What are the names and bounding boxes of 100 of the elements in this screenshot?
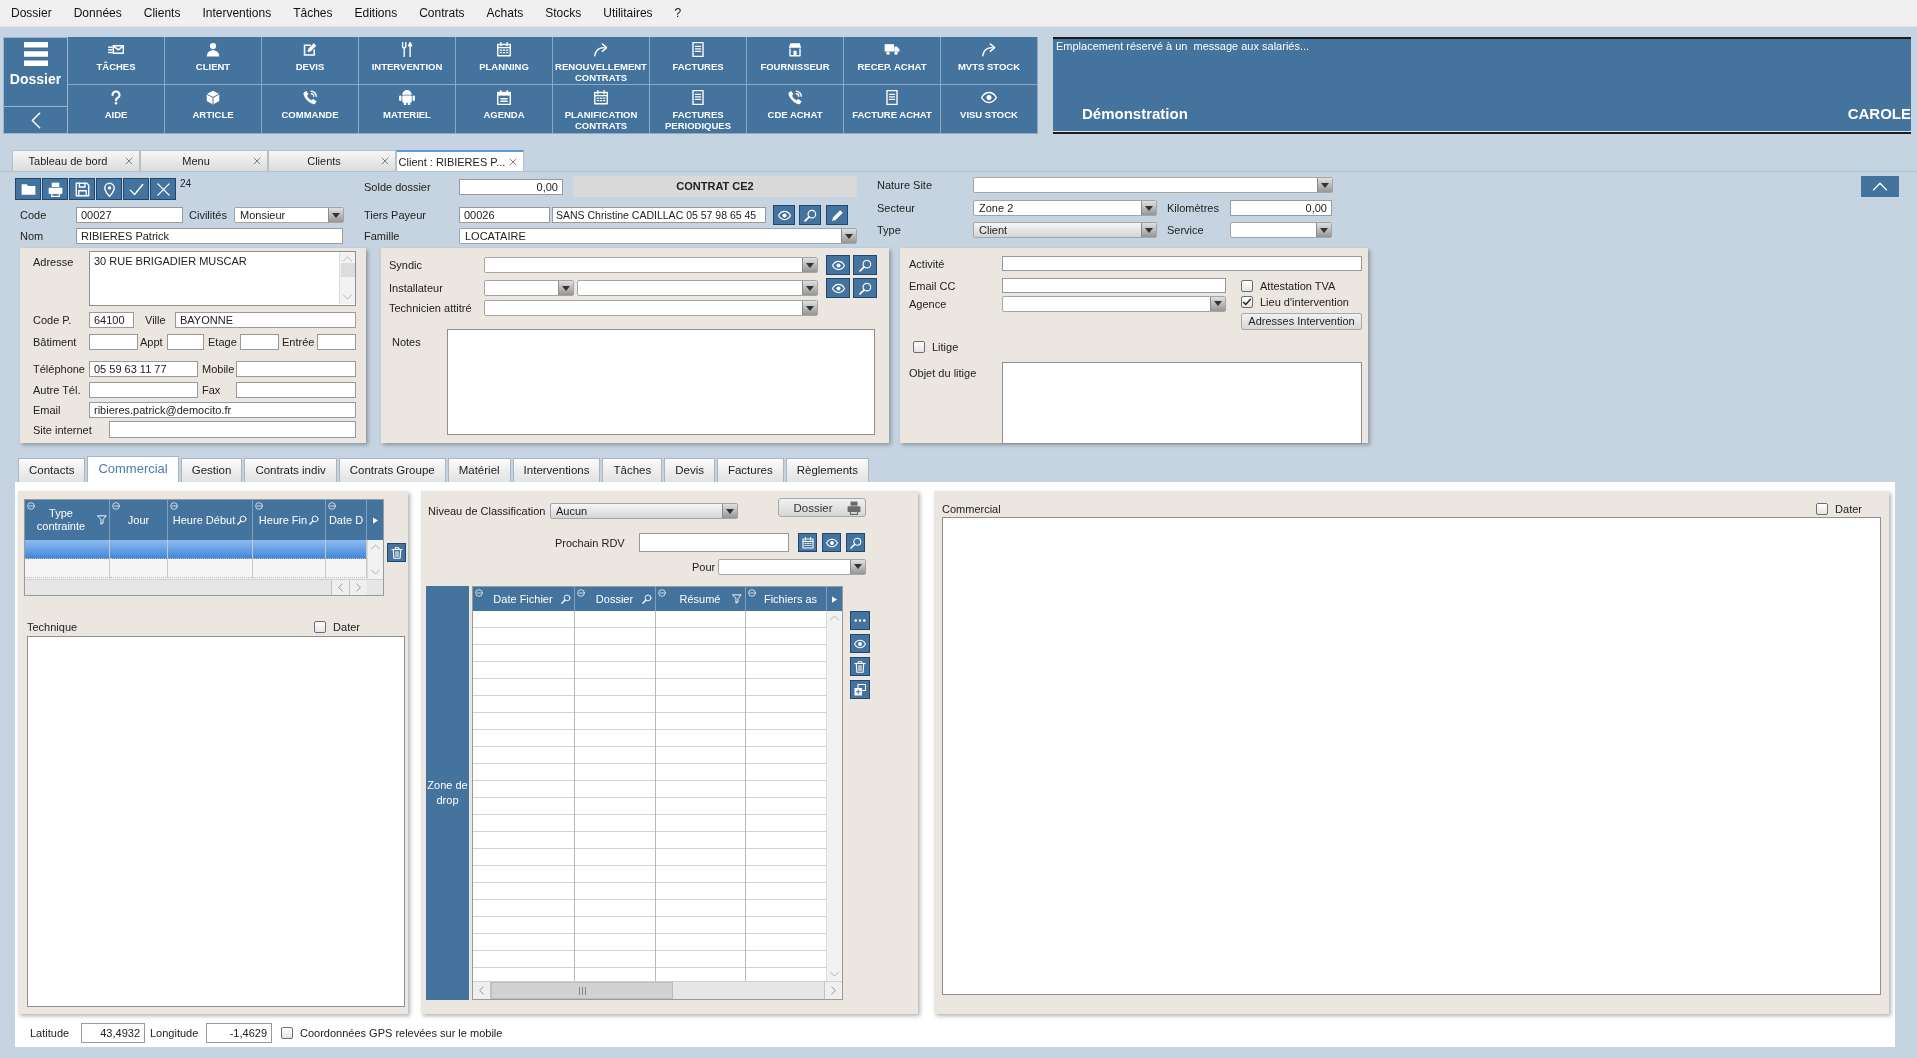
minus-circle-icon[interactable]: [170, 502, 178, 510]
column-header[interactable]: Date Fichier: [473, 587, 575, 611]
validate-button[interactable]: [123, 178, 149, 200]
dropdown[interactable]: [484, 280, 574, 296]
dropdown[interactable]: [973, 177, 1333, 193]
menu-item[interactable]: Interventions: [191, 5, 283, 21]
toolbar-button[interactable]: ARTICLE: [165, 85, 262, 134]
column-header[interactable]: Heure Fin: [253, 500, 326, 540]
input-field[interactable]: [89, 334, 138, 350]
dropdown[interactable]: [1002, 295, 1226, 312]
cancel-button[interactable]: [150, 178, 176, 200]
chevron-left-icon[interactable]: [473, 982, 491, 999]
addresses-button[interactable]: Adresses Intervention: [1241, 313, 1362, 330]
view-button[interactable]: [826, 278, 850, 298]
toolbar-button[interactable]: DEVIS: [262, 37, 359, 85]
dropdown[interactable]: [577, 280, 818, 296]
menu-item[interactable]: Tâches: [282, 5, 344, 21]
input-field[interactable]: [109, 421, 356, 438]
checkbox[interactable]: [1816, 503, 1829, 515]
toolbar-button[interactable]: AGENDA: [456, 85, 553, 134]
search-icon[interactable]: [309, 515, 320, 525]
dropdown[interactable]: Aucun: [550, 503, 738, 519]
input-field[interactable]: -1,4629: [206, 1022, 272, 1043]
close-icon[interactable]: [253, 157, 261, 165]
calendar-button[interactable]: [798, 533, 817, 552]
toolbar-button[interactable]: CDE ACHAT: [747, 85, 844, 134]
dropdown[interactable]: [718, 558, 866, 575]
column-header[interactable]: Type contrainte: [25, 500, 110, 540]
checkbox[interactable]: [913, 340, 925, 353]
scroll-thumb[interactable]: [491, 982, 673, 999]
input-field[interactable]: ribieres.patrick@democito.fr: [89, 402, 356, 418]
view-button[interactable]: [773, 205, 795, 225]
dropdown[interactable]: Monsieur: [234, 207, 344, 223]
search-button[interactable]: [799, 205, 821, 225]
document-tab[interactable]: Menu: [140, 150, 268, 171]
input-field[interactable]: [1002, 256, 1362, 271]
scrollbar[interactable]: [339, 252, 355, 304]
toolbar-button[interactable]: VISU STOCK: [941, 85, 1038, 134]
section-tab[interactable]: Règlements: [785, 458, 870, 482]
input-field[interactable]: 00026: [459, 207, 550, 223]
collapse-button[interactable]: [1861, 176, 1899, 197]
minus-circle-icon[interactable]: [475, 589, 483, 597]
view-button[interactable]: [850, 634, 870, 653]
close-icon[interactable]: [509, 157, 517, 166]
menu-item[interactable]: ?: [663, 5, 693, 21]
menu-item[interactable]: Données: [62, 5, 133, 21]
caret-right-icon[interactable]: [832, 595, 837, 603]
toolbar-button[interactable]: RENOUVELLEMENT CONTRATS: [553, 37, 650, 85]
table-row[interactable]: [25, 559, 367, 578]
document-tab[interactable]: Tableau de bord: [12, 150, 140, 171]
input-field[interactable]: [639, 533, 789, 552]
input-field[interactable]: [236, 361, 356, 377]
filter-icon[interactable]: [97, 515, 107, 525]
section-tab[interactable]: Interventions: [512, 458, 601, 482]
minus-circle-icon[interactable]: [112, 502, 120, 510]
open-button[interactable]: [15, 178, 41, 200]
input-field[interactable]: 0,00: [1230, 200, 1332, 216]
toolbar-button[interactable]: COMMANDE: [262, 85, 359, 134]
checkbox[interactable]: [314, 621, 327, 633]
dropdown[interactable]: [484, 300, 818, 316]
minus-circle-icon[interactable]: [748, 589, 756, 597]
minus-circle-icon[interactable]: [255, 502, 263, 510]
menu-item[interactable]: Editions: [343, 5, 409, 21]
search-button[interactable]: [853, 278, 877, 298]
section-tab[interactable]: Contacts: [18, 458, 86, 482]
search-button[interactable]: [853, 255, 877, 275]
column-header[interactable]: Fichiers as: [746, 587, 827, 611]
column-header[interactable]: Heure Début: [168, 500, 253, 540]
more-button[interactable]: [850, 611, 870, 630]
selected-row[interactable]: [25, 540, 367, 559]
input-field[interactable]: [236, 382, 356, 398]
input-field[interactable]: [317, 334, 356, 350]
input-field[interactable]: BAYONNE: [175, 312, 356, 328]
search-icon[interactable]: [237, 515, 248, 525]
scroll-thumb[interactable]: [340, 263, 355, 277]
delete-button[interactable]: [850, 657, 870, 676]
toolbar-button[interactable]: PLANIFICATION CONTRATS: [553, 85, 650, 134]
edit-button[interactable]: [826, 205, 848, 225]
search-icon[interactable]: [561, 594, 571, 604]
back-button[interactable]: [3, 107, 68, 134]
section-tab[interactable]: Devis: [664, 458, 715, 482]
save-button[interactable]: [69, 178, 95, 200]
minus-circle-icon[interactable]: [577, 589, 585, 597]
input-field[interactable]: [240, 334, 279, 350]
input-field[interactable]: [1002, 278, 1226, 293]
column-header[interactable]: Jour: [110, 500, 168, 540]
checkbox[interactable]: [1241, 295, 1253, 308]
text-area[interactable]: [447, 329, 875, 435]
checkbox[interactable]: [1241, 279, 1253, 292]
menu-item[interactable]: Contrats: [408, 5, 476, 21]
menu-item[interactable]: Stocks: [534, 5, 593, 21]
dropdown[interactable]: [484, 257, 818, 273]
toolbar-button[interactable]: AIDE: [68, 85, 165, 134]
dropdown[interactable]: Client: [973, 222, 1157, 238]
toolbar-button[interactable]: CLIENT: [165, 37, 262, 85]
section-tab[interactable]: Factures: [716, 458, 784, 482]
close-icon[interactable]: [125, 157, 133, 165]
input-field[interactable]: [167, 334, 204, 350]
toolbar-button[interactable]: FACTURES: [650, 37, 747, 85]
delete-button[interactable]: [387, 543, 406, 562]
